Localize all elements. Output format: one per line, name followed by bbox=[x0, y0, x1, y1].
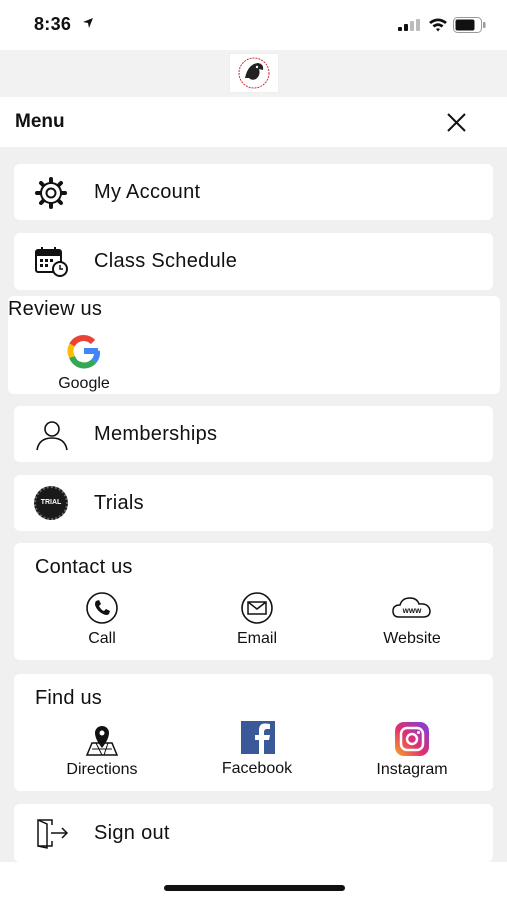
home-bar bbox=[0, 862, 507, 900]
calendar-clock-icon bbox=[35, 247, 68, 277]
instagram-label: Instagram bbox=[376, 761, 448, 778]
email-button[interactable]: Email bbox=[217, 591, 297, 648]
facebook-button[interactable]: Facebook bbox=[209, 721, 305, 778]
find-us-title: Find us bbox=[35, 687, 102, 709]
sign-out-label: Sign out bbox=[94, 822, 170, 844]
status-time: 8:36 bbox=[34, 14, 72, 34]
contact-us-title: Contact us bbox=[35, 556, 133, 578]
trials-label: Trials bbox=[94, 492, 144, 514]
facebook-label: Facebook bbox=[221, 760, 293, 777]
home-indicator[interactable] bbox=[164, 885, 345, 891]
my-account-item[interactable]: My Account bbox=[14, 164, 493, 220]
cellular-signal-icon bbox=[398, 19, 420, 31]
facebook-icon bbox=[241, 721, 275, 754]
menu-header: Menu bbox=[0, 97, 507, 147]
google-label: Google bbox=[58, 375, 110, 392]
logo-bar bbox=[0, 50, 507, 97]
review-us-section: Review us Google bbox=[8, 296, 500, 394]
gear-icon bbox=[35, 177, 67, 209]
instagram-icon bbox=[395, 722, 429, 756]
class-schedule-label: Class Schedule bbox=[94, 250, 238, 272]
cloud-www-icon: www bbox=[392, 597, 431, 618]
review-us-title: Review us bbox=[8, 298, 103, 320]
menu-title: Menu bbox=[15, 111, 65, 132]
wifi-icon bbox=[429, 18, 447, 32]
email-label: Email bbox=[236, 630, 277, 647]
call-button[interactable]: Call bbox=[62, 591, 142, 648]
website-button[interactable]: www Website bbox=[372, 591, 452, 648]
google-review-button[interactable]: Google bbox=[44, 332, 124, 393]
class-schedule-item[interactable]: Class Schedule bbox=[14, 233, 493, 290]
contact-us-section: Contact us Call Email www Website bbox=[14, 543, 493, 660]
instagram-button[interactable]: Instagram bbox=[364, 722, 460, 779]
status-bar: 8:36 bbox=[0, 0, 507, 50]
close-icon bbox=[447, 113, 466, 132]
website-label: Website bbox=[383, 630, 441, 647]
trials-item[interactable]: TRIAL Trials bbox=[14, 475, 493, 531]
email-icon bbox=[241, 592, 273, 624]
trial-badge-icon: TRIAL bbox=[34, 486, 68, 520]
my-account-label: My Account bbox=[94, 181, 201, 203]
directions-label: Directions bbox=[66, 761, 138, 778]
brand-logo bbox=[229, 53, 279, 93]
battery-icon bbox=[453, 17, 486, 33]
memberships-item[interactable]: Memberships bbox=[14, 406, 493, 462]
find-us-section: Find us Directions Facebook Instagram bbox=[14, 674, 493, 791]
phone-icon bbox=[86, 592, 118, 624]
call-label: Call bbox=[88, 630, 116, 647]
directions-button[interactable]: Directions bbox=[54, 722, 150, 779]
google-icon bbox=[67, 335, 101, 369]
sign-out-icon bbox=[37, 819, 69, 849]
user-icon bbox=[36, 421, 68, 451]
close-menu-button[interactable] bbox=[442, 110, 472, 136]
map-pin-icon bbox=[85, 726, 119, 756]
www-text: www bbox=[402, 606, 422, 615]
sign-out-item[interactable]: Sign out bbox=[14, 804, 493, 862]
memberships-label: Memberships bbox=[94, 423, 218, 445]
location-arrow-icon bbox=[83, 18, 93, 28]
